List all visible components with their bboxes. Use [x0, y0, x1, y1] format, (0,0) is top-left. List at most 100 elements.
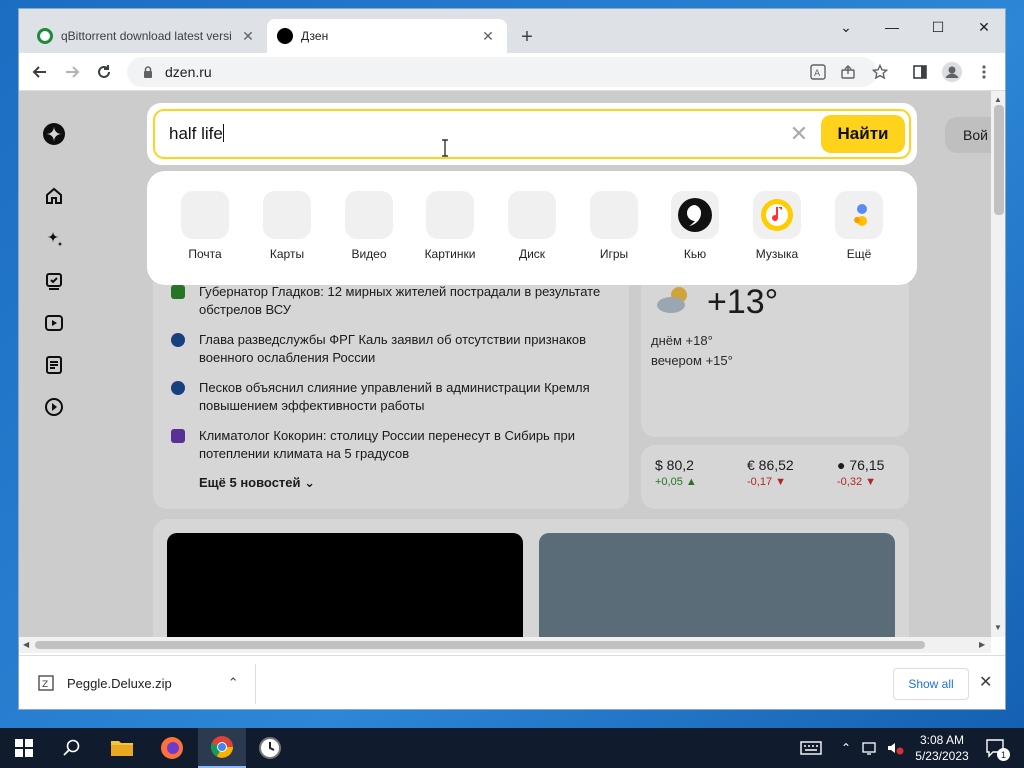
images-icon: [426, 191, 474, 239]
share-icon[interactable]: [837, 61, 859, 83]
games-icon: [590, 191, 638, 239]
divider: [255, 664, 256, 704]
maps-icon: [263, 191, 311, 239]
chrome-button[interactable]: [198, 728, 246, 768]
q-icon: [671, 191, 719, 239]
browser-window: qBittorrent download latest versi ✕ Дзен…: [18, 8, 1006, 710]
search-button[interactable]: [48, 728, 96, 768]
text-cursor-icon: [442, 139, 448, 157]
maximize-button[interactable]: ☐: [915, 15, 961, 39]
forward-button[interactable]: [59, 59, 85, 85]
qbittorrent-favicon-icon: [37, 28, 53, 44]
service-label: Музыка: [755, 247, 799, 261]
video-icon: [345, 191, 393, 239]
download-bar: Z Peggle.Deluxe.zip ⌃ Show all ✕: [19, 655, 1005, 709]
address-bar[interactable]: dzen.ru: [127, 57, 877, 87]
service-label: Игры: [599, 247, 629, 261]
tab-close-icon[interactable]: ✕: [479, 27, 497, 45]
scrollbar-thumb[interactable]: [35, 641, 925, 649]
taskbar-clock[interactable]: 3:08 AM 5/23/2023: [908, 728, 976, 768]
search-panel: half life ✕ Найти: [147, 103, 917, 165]
forward-arrow-icon: [66, 66, 80, 78]
start-button[interactable]: [0, 728, 48, 768]
clock-app-icon: [259, 737, 281, 759]
chevron-up-icon[interactable]: ⌃: [228, 675, 239, 691]
tab-search-chevron-icon[interactable]: ⌄: [823, 15, 869, 39]
tab-title: qBittorrent download latest versi: [61, 29, 232, 43]
service-more[interactable]: Ещё: [819, 191, 899, 261]
close-window-button[interactable]: ✕: [961, 15, 1005, 39]
service-maps[interactable]: Карты: [247, 191, 327, 261]
minimize-button[interactable]: —: [869, 15, 915, 39]
show-all-button[interactable]: Show all: [893, 668, 969, 700]
search-box: half life ✕ Найти: [153, 109, 911, 159]
translate-icon[interactable]: A: [807, 61, 829, 83]
page-content: Вой Губернатор Гладков: 12 мирных жителе…: [19, 91, 991, 637]
windows-logo-icon: [15, 739, 33, 757]
side-panel-icon[interactable]: [909, 61, 931, 83]
clock-time: 3:08 AM: [919, 733, 965, 747]
back-arrow-icon: [32, 66, 46, 78]
menu-kebab-icon[interactable]: [973, 61, 995, 83]
tab-strip: qBittorrent download latest versi ✕ Дзен…: [19, 9, 1005, 53]
browser-toolbar: dzen.ru A: [19, 53, 1005, 91]
download-item[interactable]: Z Peggle.Deluxe.zip ⌃: [37, 674, 239, 692]
service-q[interactable]: Кью: [655, 191, 735, 261]
service-music[interactable]: Музыка: [737, 191, 817, 261]
service-video[interactable]: Видео: [329, 191, 409, 261]
scroll-up-icon[interactable]: ▲: [994, 95, 1002, 104]
show-hidden-icons-chevron-icon[interactable]: ⌃: [836, 728, 856, 768]
reload-button[interactable]: [91, 59, 117, 85]
svg-text:Z: Z: [42, 680, 48, 690]
service-images[interactable]: Картинки: [410, 191, 490, 261]
tab-title: Дзен: [301, 29, 329, 43]
taskbar: ⌃ 3:08 AM 5/23/2023 1: [0, 728, 1024, 768]
dzen-favicon-icon: [277, 28, 293, 44]
profile-avatar-icon[interactable]: [941, 61, 963, 83]
close-download-bar-button[interactable]: ✕: [979, 672, 997, 696]
notification-count-badge: 1: [997, 748, 1010, 761]
find-button[interactable]: Найти: [821, 115, 905, 153]
clear-search-icon[interactable]: ✕: [787, 121, 811, 146]
service-mail[interactable]: Почта: [165, 191, 245, 261]
folder-icon: [111, 741, 133, 756]
bookmark-star-icon[interactable]: [869, 61, 891, 83]
file-explorer-button[interactable]: [98, 728, 146, 768]
clock-app-button[interactable]: [246, 728, 294, 768]
keyboard-icon[interactable]: [796, 728, 826, 768]
network-icon[interactable]: [860, 728, 882, 768]
horizontal-scrollbar[interactable]: ◀ ▶: [19, 637, 991, 653]
scroll-right-icon[interactable]: ▶: [979, 640, 985, 649]
service-label: Почта: [188, 247, 222, 261]
download-filename: Peggle.Deluxe.zip: [67, 675, 172, 691]
mail-icon: [181, 191, 229, 239]
vertical-scrollbar[interactable]: ▲ ▼: [991, 91, 1005, 637]
notification-center-icon[interactable]: 1: [980, 728, 1010, 768]
scroll-left-icon[interactable]: ◀: [23, 640, 29, 649]
tab-qbittorrent[interactable]: qBittorrent download latest versi ✕: [27, 19, 267, 53]
search-input[interactable]: half life: [169, 124, 787, 144]
chrome-icon: [211, 736, 233, 758]
service-label: Кью: [683, 247, 707, 261]
service-label: Ещё: [846, 247, 872, 261]
new-tab-button[interactable]: +: [515, 25, 539, 49]
firefox-button[interactable]: [148, 728, 196, 768]
svg-text:A: A: [814, 69, 821, 79]
clock-date: 5/23/2023: [915, 749, 969, 763]
service-disk[interactable]: Диск: [492, 191, 572, 261]
services-panel: Почта Карты Видео Картинки Диск Игры Кью…: [147, 171, 917, 285]
service-label: Карты: [269, 247, 305, 261]
music-icon: [753, 191, 801, 239]
volume-muted-icon[interactable]: [884, 728, 906, 768]
lock-icon: [144, 66, 152, 78]
scrollbar-thumb[interactable]: [994, 105, 1004, 215]
zip-file-icon: Z: [38, 675, 54, 691]
scroll-down-icon[interactable]: ▼: [994, 623, 1002, 632]
back-button[interactable]: [27, 59, 53, 85]
reload-icon: [98, 65, 110, 78]
service-label: Диск: [518, 247, 546, 261]
service-games[interactable]: Игры: [574, 191, 654, 261]
tab-dzen[interactable]: Дзен ✕: [267, 19, 507, 53]
disk-icon: [508, 191, 556, 239]
tab-close-icon[interactable]: ✕: [239, 27, 257, 45]
